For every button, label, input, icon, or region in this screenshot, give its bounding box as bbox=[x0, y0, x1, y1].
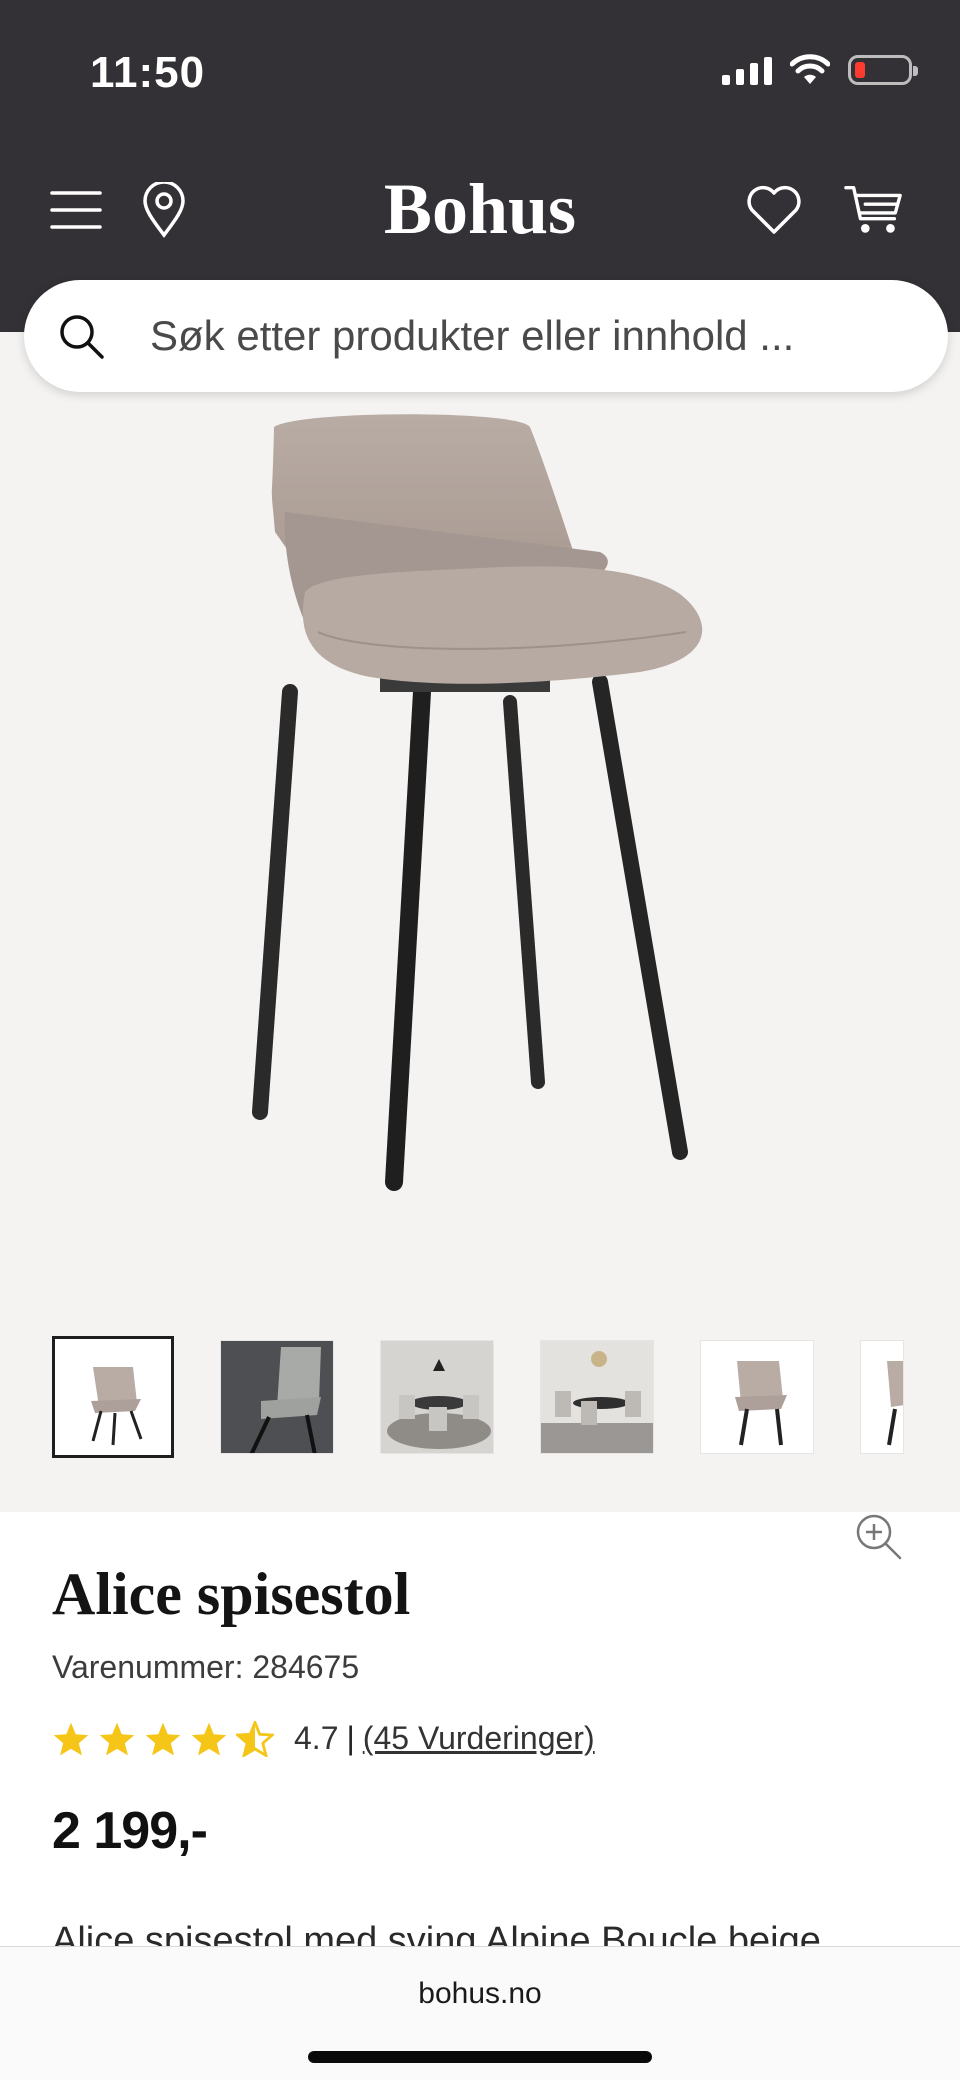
browser-bar: bohus.no bbox=[0, 1946, 960, 2080]
status-time: 11:50 bbox=[90, 48, 206, 97]
nav-bar: Bohus bbox=[0, 160, 960, 250]
star-icon bbox=[191, 1722, 227, 1755]
rating-stars bbox=[52, 1720, 274, 1757]
search-bar[interactable] bbox=[24, 280, 948, 392]
reviews-link[interactable]: (45 Vurderinger) bbox=[363, 1720, 595, 1757]
star-icon bbox=[53, 1722, 89, 1755]
thumbnail-4[interactable] bbox=[540, 1340, 654, 1454]
thumbnail-1[interactable] bbox=[52, 1336, 174, 1458]
thumbnail-3[interactable] bbox=[380, 1340, 494, 1454]
zoom-in-icon[interactable] bbox=[850, 1508, 910, 1568]
browser-url[interactable]: bohus.no bbox=[0, 1977, 960, 2011]
cart-icon[interactable] bbox=[844, 180, 904, 240]
wifi-icon bbox=[790, 54, 830, 84]
product-sku: Varenummer: 284675 bbox=[52, 1649, 360, 1685]
home-indicator[interactable] bbox=[308, 2051, 652, 2063]
thumbnail-strip bbox=[52, 1336, 904, 1458]
rating-value: 4.7 bbox=[294, 1720, 339, 1756]
status-icons bbox=[722, 54, 918, 86]
star-icon bbox=[99, 1722, 135, 1755]
product-title: Alice spisestol bbox=[52, 1561, 411, 1627]
product-rating: 4.7 | (45 Vurderinger) bbox=[52, 1720, 912, 1757]
half-star-icon bbox=[236, 1720, 274, 1757]
rating-separator: | bbox=[346, 1720, 355, 1756]
battery-icon bbox=[848, 55, 918, 85]
product-gallery bbox=[0, 332, 960, 1560]
product-price: 2 199,- bbox=[52, 1802, 208, 1860]
cellular-signal-icon bbox=[722, 55, 772, 85]
thumbnail-2[interactable] bbox=[220, 1340, 334, 1454]
heart-icon[interactable] bbox=[744, 180, 804, 240]
brand-logo[interactable]: Bohus bbox=[0, 168, 960, 251]
thumbnail-6[interactable] bbox=[860, 1340, 904, 1454]
thumbnail-5[interactable] bbox=[700, 1340, 814, 1454]
search-input[interactable] bbox=[148, 311, 912, 361]
product-info: Alice spisestol Varenummer: 284675 4.7 |… bbox=[52, 1560, 912, 1861]
product-image[interactable] bbox=[0, 332, 960, 1232]
star-icon bbox=[145, 1722, 181, 1755]
search-icon[interactable] bbox=[54, 309, 108, 363]
